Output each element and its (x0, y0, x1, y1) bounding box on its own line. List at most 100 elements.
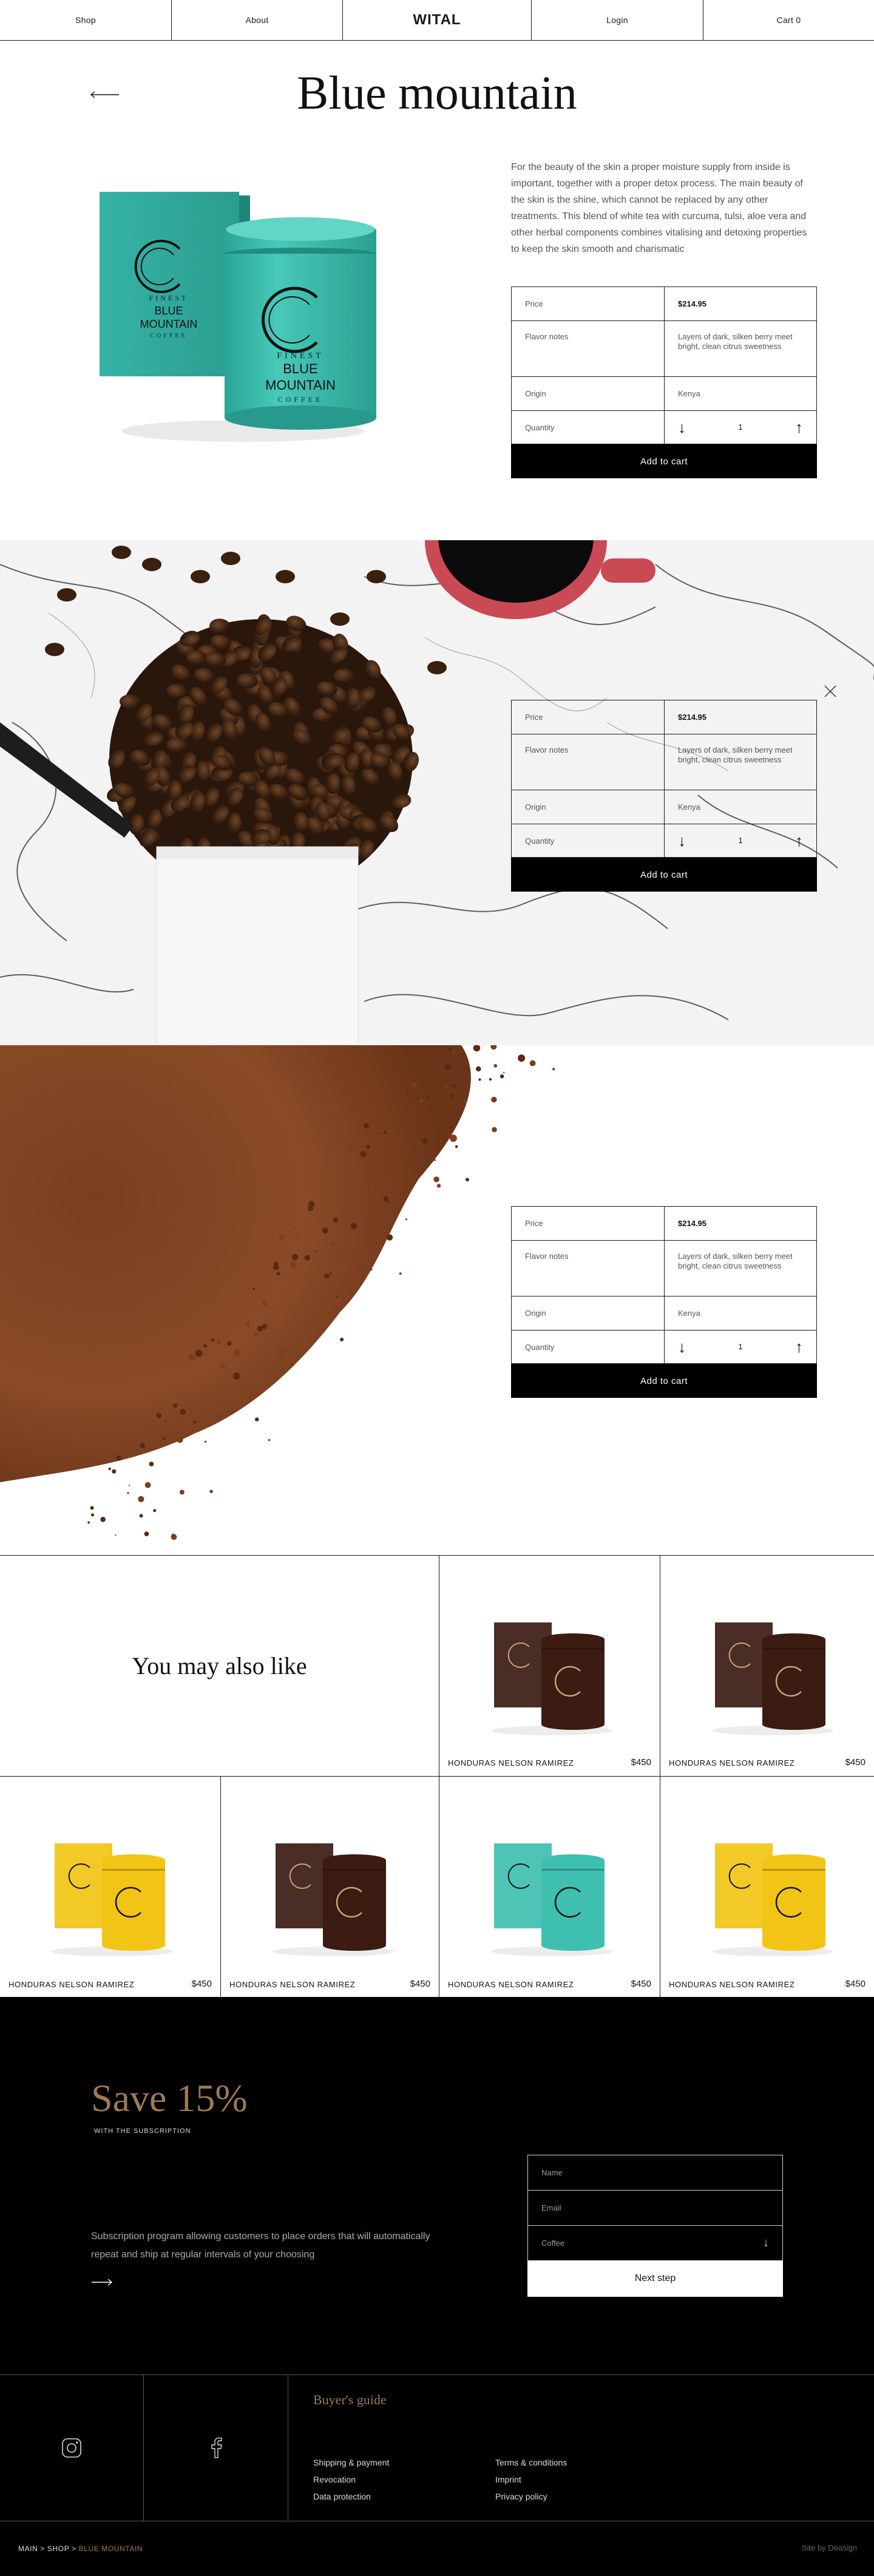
svg-text:BLUE: BLUE (283, 361, 317, 376)
nav-shop[interactable]: Shop (0, 0, 172, 40)
origin-value: Kenya (664, 376, 817, 411)
subscription-description: Subscription program allowing customers … (91, 2231, 430, 2260)
instagram-link[interactable] (0, 2375, 144, 2521)
footer-link-shipping[interactable]: Shipping & payment (313, 2454, 389, 2471)
coffee-select[interactable]: Coffee ↓ (527, 2225, 783, 2261)
email-input[interactable] (541, 2203, 769, 2212)
origin-value: Kenya (664, 1296, 817, 1330)
breadcrumb: MAIN > SHOP > BLUE MOUNTAIN (18, 2544, 143, 2553)
add-to-cart-button[interactable]: Add to cart (511, 1364, 817, 1398)
subscription-form: Coffee ↓ Next step (527, 2155, 783, 2297)
quantity-label: Quantity (511, 410, 665, 444)
product-card-name: HONDURAS NELSON RAMIREZ (8, 1980, 135, 1989)
buyers-guide-title: Buyer's guide (313, 2392, 387, 2407)
product-card-price: $450 (845, 1979, 866, 1989)
footer-links-right: Terms & conditions Imprint Privacy polic… (495, 2454, 567, 2505)
svg-text:BLUE: BLUE (154, 305, 183, 317)
svg-text:COFFEE: COFFEE (150, 333, 187, 339)
footer: Buyer's guide Shipping & payment Revocat… (0, 2374, 874, 2576)
product-card[interactable]: HONDURAS NELSON RAMIREZ $450 (0, 1777, 221, 1998)
origin-label: Origin (511, 1296, 665, 1330)
footer-links-left: Shipping & payment Revocation Data prote… (313, 2454, 389, 2505)
product-page: Shop About WITAL Login Cart 0 Blue mount… (0, 0, 874, 2576)
decrease-arrow-icon[interactable]: ↓ (678, 833, 686, 849)
breadcrumb-separator: > (72, 2544, 76, 2553)
product-card[interactable]: HONDURAS NELSON RAMIREZ $450 (439, 1777, 660, 1998)
nav-cart[interactable]: Cart 0 (703, 0, 874, 40)
product-card-name: HONDURAS NELSON RAMIREZ (448, 1980, 574, 1989)
quantity-value: 1 (738, 1342, 743, 1351)
product-info-table-3: Price $214.95 Flavor notes Layers of dark,… (511, 1206, 817, 1364)
product-description: For the beauty of the skin a proper mois… (511, 162, 807, 254)
product-thumbnail (273, 1843, 394, 1956)
quantity-stepper: ↓ 1 ↑ (678, 1339, 803, 1355)
close-icon[interactable] (823, 684, 838, 699)
product-info-panel-2: Price $214.95 Flavor notes Layers of dark,… (511, 700, 817, 892)
nav-login[interactable]: Login (532, 0, 703, 40)
brand-logo[interactable]: WITAL (343, 0, 532, 40)
price-value: $214.95 (664, 700, 817, 734)
increase-arrow-icon[interactable]: ↑ (795, 833, 803, 849)
product-card-price: $450 (410, 1979, 430, 1989)
svg-text:FINEST: FINEST (149, 294, 189, 302)
name-input[interactable] (541, 2168, 769, 2177)
quantity-label: Quantity (511, 1330, 665, 1364)
product-thumbnail (712, 1622, 833, 1735)
origin-label: Origin (511, 790, 665, 824)
quantity-value: 1 (738, 422, 743, 432)
coffee-select-value: Coffee (541, 2239, 565, 2248)
svg-text:FINEST: FINEST (277, 351, 324, 361)
flavor-label: Flavor notes (511, 734, 665, 790)
flavor-value: Layers of dark, silken berry meet bright… (664, 1240, 817, 1296)
price-value: $214.95 (664, 286, 817, 321)
quantity-label: Quantity (511, 824, 665, 858)
footer-link-revocation[interactable]: Revocation (313, 2471, 389, 2488)
product-thumbnail (491, 1622, 612, 1735)
product-thumbnail (712, 1843, 833, 1956)
facebook-link[interactable] (144, 2375, 288, 2521)
product-info-panel: Price $214.95 Flavor notes Layers of dark,… (511, 286, 817, 478)
product-card[interactable]: HONDURAS NELSON RAMIREZ $450 (660, 1777, 874, 1998)
decrease-arrow-icon[interactable]: ↓ (678, 419, 686, 435)
product-card-price: $450 (631, 1979, 651, 1989)
arrow-right-icon[interactable] (91, 2277, 113, 2287)
nav-about[interactable]: About (172, 0, 343, 40)
add-to-cart-button[interactable]: Add to cart (511, 444, 817, 478)
product-card[interactable]: HONDURAS NELSON RAMIREZ $450 (221, 1777, 439, 1998)
increase-arrow-icon[interactable]: ↑ (795, 419, 803, 435)
email-field[interactable] (527, 2190, 783, 2226)
product-image: FINEST BLUE MOUNTAIN COFFEE FINEST BLUE … (100, 192, 376, 442)
breadcrumb-current: BLUE MOUNTAIN (78, 2544, 143, 2553)
product-card[interactable]: HONDURAS NELSON RAMIREZ $450 (660, 1556, 874, 1777)
product-card-price: $450 (191, 1979, 212, 1989)
flavor-value: Layers of dark, silken berry meet bright… (664, 734, 817, 790)
footer-link-privacy[interactable]: Privacy policy (495, 2488, 567, 2505)
decrease-arrow-icon[interactable]: ↓ (678, 1339, 686, 1355)
site-credit[interactable]: Site by Deasign (802, 2543, 857, 2552)
flavor-label: Flavor notes (511, 1240, 665, 1296)
origin-value: Kenya (664, 790, 817, 824)
facebook-icon (211, 2438, 222, 2458)
price-value: $214.95 (664, 1206, 817, 1241)
next-step-button[interactable]: Next step (527, 2260, 783, 2297)
price-label: Price (511, 286, 665, 321)
breadcrumb-main[interactable]: MAIN (18, 2544, 38, 2553)
product-info-panel-3: Price $214.95 Flavor notes Layers of dark,… (511, 1206, 817, 1398)
increase-arrow-icon[interactable]: ↑ (795, 1339, 803, 1355)
svg-text:MOUNTAIN: MOUNTAIN (140, 318, 198, 330)
product-card[interactable]: HONDURAS NELSON RAMIREZ $450 (439, 1556, 660, 1777)
svg-text:MOUNTAIN: MOUNTAIN (265, 378, 336, 393)
product-info-table: Price $214.95 Flavor notes Layers of dark,… (511, 286, 817, 444)
subscription-subtitle: WITH THE SUBSCRIPTION (94, 2127, 191, 2135)
product-card-name: HONDURAS NELSON RAMIREZ (669, 1758, 795, 1768)
add-to-cart-button[interactable]: Add to cart (511, 858, 817, 892)
name-field[interactable] (527, 2155, 783, 2191)
footer-link-imprint[interactable]: Imprint (495, 2471, 567, 2488)
footer-link-data-protection[interactable]: Data protection (313, 2488, 389, 2505)
product-card-price: $450 (845, 1757, 866, 1768)
breadcrumb-shop[interactable]: SHOP (47, 2544, 69, 2553)
product-thumbnail (52, 1843, 173, 1956)
footer-bottom-bar: MAIN > SHOP > BLUE MOUNTAIN Site by Deas… (0, 2521, 874, 2576)
footer-link-terms[interactable]: Terms & conditions (495, 2454, 567, 2471)
svg-text:COFFEE: COFFEE (278, 395, 324, 404)
